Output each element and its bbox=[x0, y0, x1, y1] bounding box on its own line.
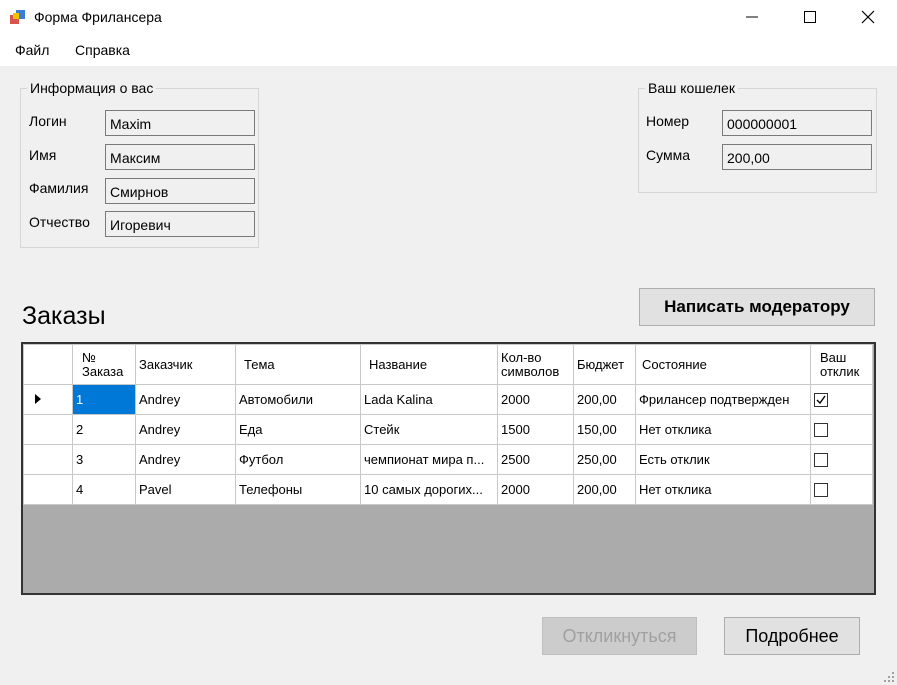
wallet-sum-field[interactable]: 200,00 bbox=[722, 144, 872, 170]
current-row-arrow-icon bbox=[35, 394, 41, 404]
cell-chars[interactable]: 2000 bbox=[497, 384, 574, 415]
cell-chars[interactable]: 1500 bbox=[497, 414, 574, 445]
surname-field[interactable]: Смирнов bbox=[105, 178, 255, 204]
cell-topic[interactable]: Футбол bbox=[235, 444, 361, 475]
title-bar: Форма Фрилансера bbox=[0, 0, 897, 34]
cell-budget[interactable]: 200,00 bbox=[573, 384, 636, 415]
patronymic-label: Отчество bbox=[29, 214, 90, 230]
cell-response[interactable] bbox=[810, 474, 873, 505]
respond-button-disabled[interactable]: Откликнуться bbox=[542, 617, 697, 655]
surname-label: Фамилия bbox=[29, 180, 89, 196]
cell-customer[interactable]: Andrey bbox=[135, 444, 236, 475]
minimize-button[interactable] bbox=[723, 0, 781, 34]
maximize-button[interactable] bbox=[781, 0, 839, 34]
column-header-budget[interactable]: Бюджет bbox=[573, 344, 636, 385]
cell-name[interactable]: чемпионат мира п... bbox=[360, 444, 498, 475]
cell-name[interactable]: Lada Kalina bbox=[360, 384, 498, 415]
response-checkbox[interactable] bbox=[814, 453, 828, 468]
close-icon bbox=[861, 10, 875, 24]
wallet-group: Ваш кошелек bbox=[638, 80, 877, 193]
grid-header-row: № Заказа Заказчик Тема Название Кол-во с… bbox=[23, 344, 873, 385]
table-row[interactable]: 1 Andrey Автомобили Lada Kalina 2000 200… bbox=[23, 384, 873, 415]
response-checkbox[interactable] bbox=[814, 423, 828, 438]
name-label: Имя bbox=[29, 147, 57, 163]
cell-customer[interactable]: Andrey bbox=[135, 384, 236, 415]
cell-topic[interactable]: Автомобили bbox=[235, 384, 361, 415]
write-moderator-button[interactable]: Написать модератору bbox=[639, 288, 875, 326]
row-header-current[interactable] bbox=[23, 384, 73, 415]
orders-title: Заказы bbox=[22, 302, 106, 330]
row-header[interactable] bbox=[23, 474, 73, 505]
cell-status[interactable]: Есть отклик bbox=[635, 444, 811, 475]
column-header-response[interactable]: Ваш отклик bbox=[810, 344, 873, 385]
cell-customer[interactable]: Andrey bbox=[135, 414, 236, 445]
cell-status[interactable]: Нет отклика bbox=[635, 474, 811, 505]
wallet-group-legend: Ваш кошелек bbox=[648, 80, 735, 96]
wallet-number-field[interactable]: 000000001 bbox=[722, 110, 872, 136]
table-row[interactable]: 2 Andrey Еда Стейк 1500 150,00 Нет откли… bbox=[23, 414, 873, 445]
name-field[interactable]: Максим bbox=[105, 144, 255, 170]
column-header-name[interactable]: Название bbox=[360, 344, 498, 385]
cell-topic[interactable]: Еда bbox=[235, 414, 361, 445]
cell-status[interactable]: Нет отклика bbox=[635, 414, 811, 445]
cell-name[interactable]: Стейк bbox=[360, 414, 498, 445]
cell-budget[interactable]: 150,00 bbox=[573, 414, 636, 445]
cell-chars[interactable]: 2000 bbox=[497, 474, 574, 505]
cell-budget[interactable]: 250,00 bbox=[573, 444, 636, 475]
details-button[interactable]: Подробнее bbox=[724, 617, 860, 655]
cell-response[interactable] bbox=[810, 384, 873, 415]
column-header-customer[interactable]: Заказчик bbox=[135, 344, 236, 385]
response-checkbox-checked[interactable] bbox=[814, 393, 828, 408]
row-header[interactable] bbox=[23, 444, 73, 475]
orders-grid[interactable]: № Заказа Заказчик Тема Название Кол-во с… bbox=[21, 342, 876, 595]
checkmark-icon bbox=[816, 395, 826, 405]
window-title: Форма Фрилансера bbox=[34, 9, 162, 25]
minimize-icon bbox=[746, 16, 758, 18]
column-header-num[interactable]: № Заказа bbox=[72, 344, 136, 385]
wallet-number-label: Номер bbox=[646, 113, 690, 129]
menu-bar: Файл Справка bbox=[0, 34, 897, 66]
cell-topic[interactable]: Телефоны bbox=[235, 474, 361, 505]
menu-help[interactable]: Справка bbox=[75, 42, 130, 58]
cell-name[interactable]: 10 самых дорогих... bbox=[360, 474, 498, 505]
close-button[interactable] bbox=[839, 0, 897, 34]
table-row[interactable]: 3 Andrey Футбол чемпионат мира п... 2500… bbox=[23, 444, 873, 475]
row-header[interactable] bbox=[23, 414, 73, 445]
cell-num[interactable]: 4 bbox=[72, 474, 136, 505]
cell-num[interactable]: 2 bbox=[72, 414, 136, 445]
cell-num[interactable]: 3 bbox=[72, 444, 136, 475]
wallet-sum-label: Сумма bbox=[646, 147, 690, 163]
cell-response[interactable] bbox=[810, 414, 873, 445]
cell-num[interactable]: 1 bbox=[72, 384, 136, 415]
cell-status[interactable]: Фрилансер подтвержден bbox=[635, 384, 811, 415]
cell-response[interactable] bbox=[810, 444, 873, 475]
menu-file[interactable]: Файл bbox=[15, 42, 49, 58]
cell-customer[interactable]: Pavel bbox=[135, 474, 236, 505]
column-header-status[interactable]: Состояние bbox=[635, 344, 811, 385]
orders-table: № Заказа Заказчик Тема Название Кол-во с… bbox=[23, 344, 873, 505]
resize-grip-icon[interactable] bbox=[883, 671, 895, 683]
app-window-icon bbox=[10, 9, 26, 25]
cell-chars[interactable]: 2500 bbox=[497, 444, 574, 475]
login-label: Логин bbox=[29, 113, 67, 129]
table-row[interactable]: 4 Pavel Телефоны 10 самых дорогих... 200… bbox=[23, 474, 873, 505]
info-group-legend: Информация о вас bbox=[30, 80, 154, 96]
column-header-chars[interactable]: Кол-во символов bbox=[497, 344, 574, 385]
patronymic-field[interactable]: Игоревич bbox=[105, 211, 255, 237]
grid-corner-cell[interactable] bbox=[23, 344, 73, 385]
maximize-icon bbox=[804, 11, 816, 23]
login-field[interactable]: Maxim bbox=[105, 110, 255, 136]
cell-budget[interactable]: 200,00 bbox=[573, 474, 636, 505]
column-header-topic[interactable]: Тема bbox=[235, 344, 361, 385]
response-checkbox[interactable] bbox=[814, 483, 828, 498]
